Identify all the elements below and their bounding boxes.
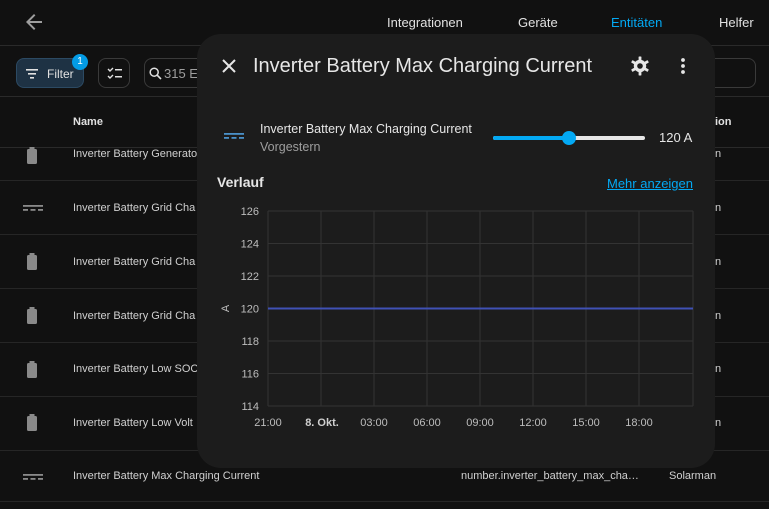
integration-name: n [715, 417, 722, 429]
y-tick-label: 124 [241, 239, 259, 251]
integration-name: n [715, 310, 722, 322]
tab-helpers[interactable]: Helfer [719, 15, 754, 30]
y-tick-label: 120 [241, 304, 259, 316]
battery-icon [27, 253, 37, 270]
entity-name: Inverter Battery Low Volt [73, 417, 193, 429]
x-tick-label: 15:00 [572, 417, 600, 429]
x-tick-label: 09:00 [466, 417, 494, 429]
current-dc-icon [23, 474, 43, 480]
filter-icon [26, 69, 38, 79]
x-tick-label: 18:00 [625, 417, 653, 429]
x-tick-label: 8. Okt. [305, 417, 339, 429]
integration-name: n [715, 202, 722, 214]
integration-name: Solarman [669, 470, 717, 482]
y-tick-label: 118 [241, 336, 259, 348]
entity-name: Inverter Battery Grid Cha [73, 202, 196, 214]
entity-name: Inverter Battery Grid Cha [73, 256, 196, 268]
filter-label: Filter [47, 67, 74, 81]
column-header-integration[interactable]: ion [715, 116, 732, 128]
integration-name: n [715, 363, 722, 375]
y-tick-label: 114 [241, 401, 259, 413]
y-tick-label: 116 [241, 369, 259, 381]
entity-name: Inverter Battery Grid Cha [73, 310, 196, 322]
battery-icon [27, 414, 37, 431]
tab-devices[interactable]: Geräte [518, 15, 558, 30]
y-tick-label: 122 [241, 271, 259, 283]
x-tick-label: 03:00 [360, 417, 388, 429]
back-arrow-icon[interactable] [22, 10, 46, 34]
more-info-dialog: Inverter Battery Max Charging Current In… [197, 34, 715, 468]
selection-mode-button[interactable] [98, 58, 130, 88]
tab-integrations[interactable]: Integrationen [387, 15, 463, 30]
search-icon [149, 67, 162, 80]
x-tick-label: 06:00 [413, 417, 441, 429]
y-tick-label: 126 [241, 206, 259, 218]
tab-entities[interactable]: Entitäten [611, 15, 662, 30]
entity-name: Inverter Battery Max Charging Current [73, 470, 260, 482]
history-chart: 114 116 118 120 122 124 126 21:00 8. Okt. 03:00 06… [220, 206, 694, 429]
filter-count-badge: 1 [72, 54, 88, 70]
battery-icon [27, 307, 37, 324]
x-tick-label: 21:00 [254, 417, 282, 429]
column-header-name[interactable]: Name [73, 116, 103, 128]
x-tick-label: 12:00 [519, 417, 547, 429]
integration-name: n [715, 256, 722, 268]
integration-name: n [715, 148, 722, 160]
entity-name: Inverter Battery Low SOC [73, 363, 199, 375]
battery-icon [27, 361, 37, 378]
battery-icon [27, 147, 37, 164]
entity-id: number.inverter_battery_max_cha… [461, 470, 639, 482]
current-dc-icon [23, 205, 43, 211]
checklist-icon [107, 67, 122, 79]
y-axis-label: A [220, 304, 232, 312]
entity-name: Inverter Battery Generato [73, 148, 198, 160]
